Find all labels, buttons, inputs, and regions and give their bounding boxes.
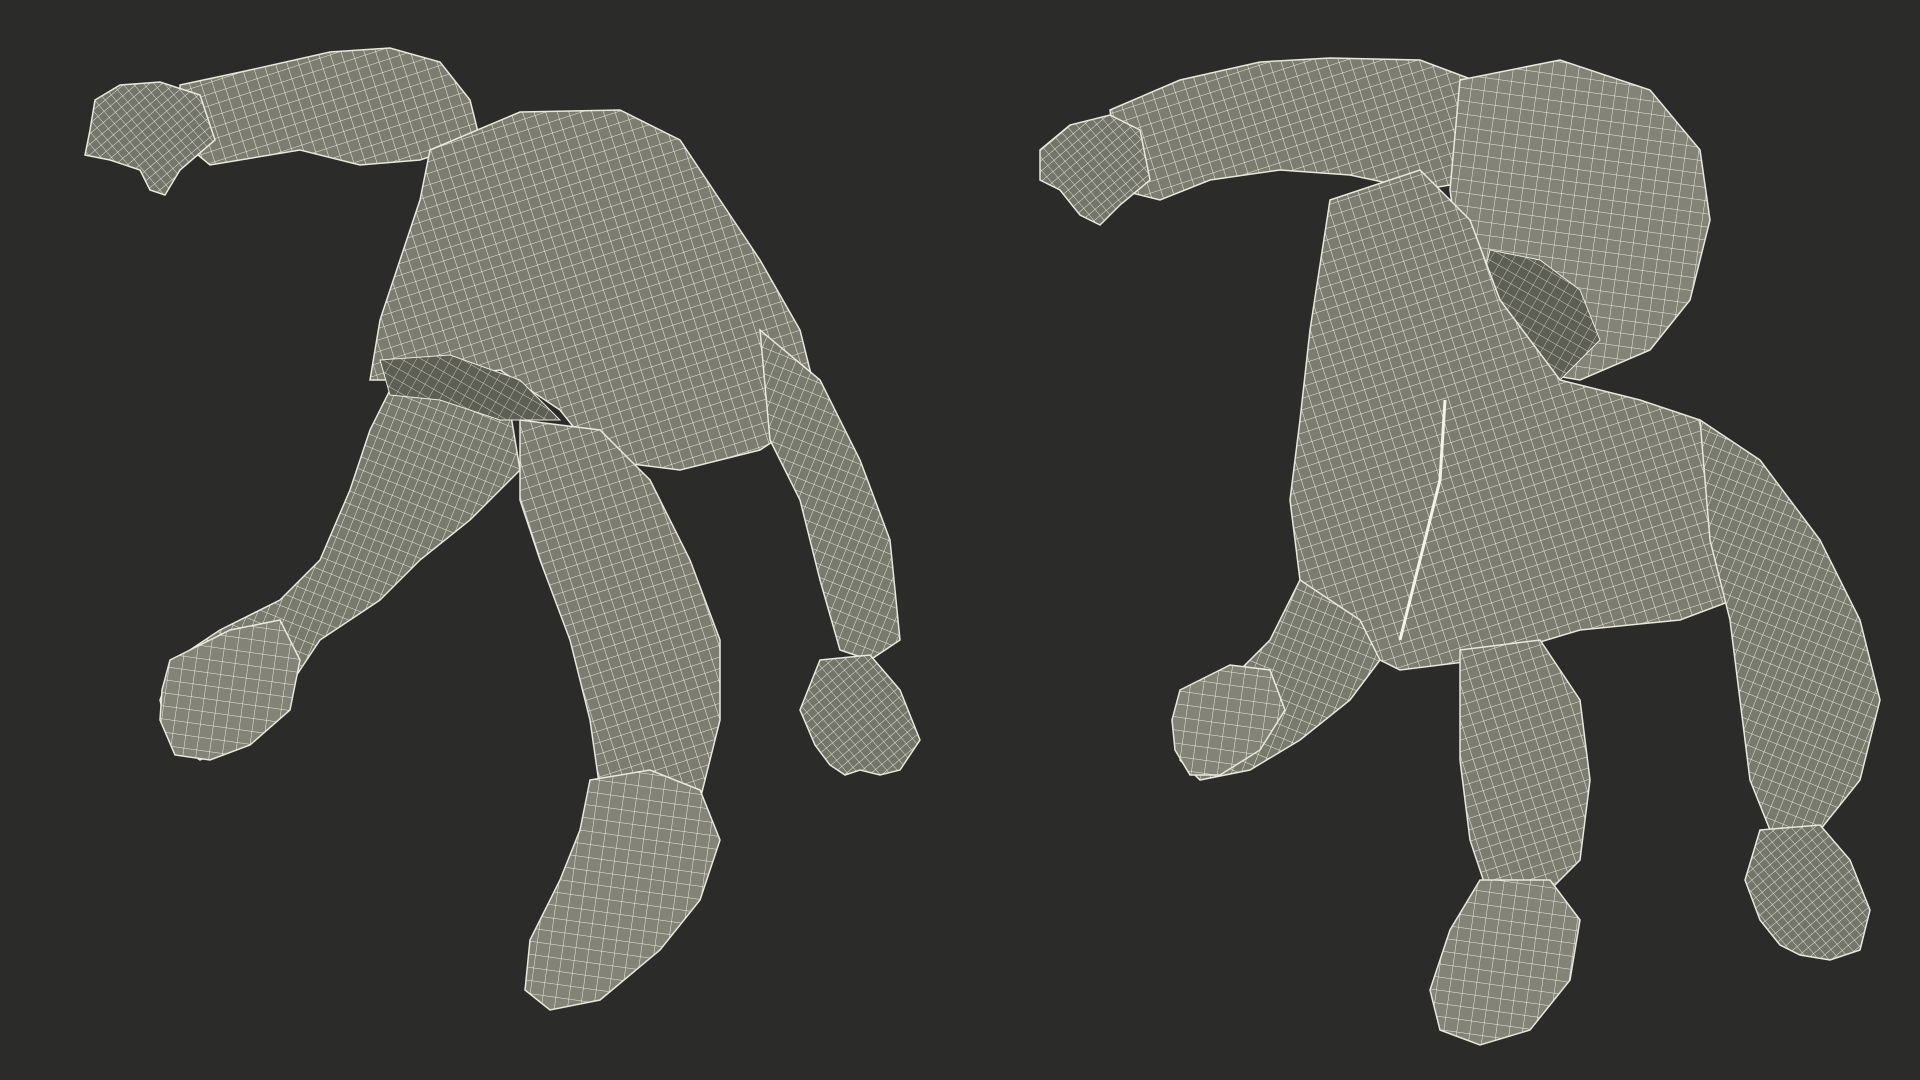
left-figure-leg-straight [519, 419, 721, 821]
right-figure-boot-right [1429, 879, 1581, 1046]
right-figure-raised-hand [1039, 114, 1151, 226]
right-figure-leg-straight [1459, 639, 1591, 901]
right-figure-lower-arm [1699, 418, 1881, 831]
left-figure-lower-arm [759, 328, 901, 661]
left-figure-boot-right [524, 769, 721, 1011]
wireframe-render-canvas [84, 47, 1881, 1046]
wireframe-figure-left [84, 47, 921, 1011]
render-viewport [0, 0, 1920, 1080]
wireframe-figure-right [1039, 57, 1881, 1046]
left-figure-boot-left [159, 619, 301, 761]
right-figure-lower-hand [1744, 824, 1871, 961]
left-figure-raised-hand [84, 81, 216, 196]
left-figure-lower-hand [799, 654, 921, 776]
